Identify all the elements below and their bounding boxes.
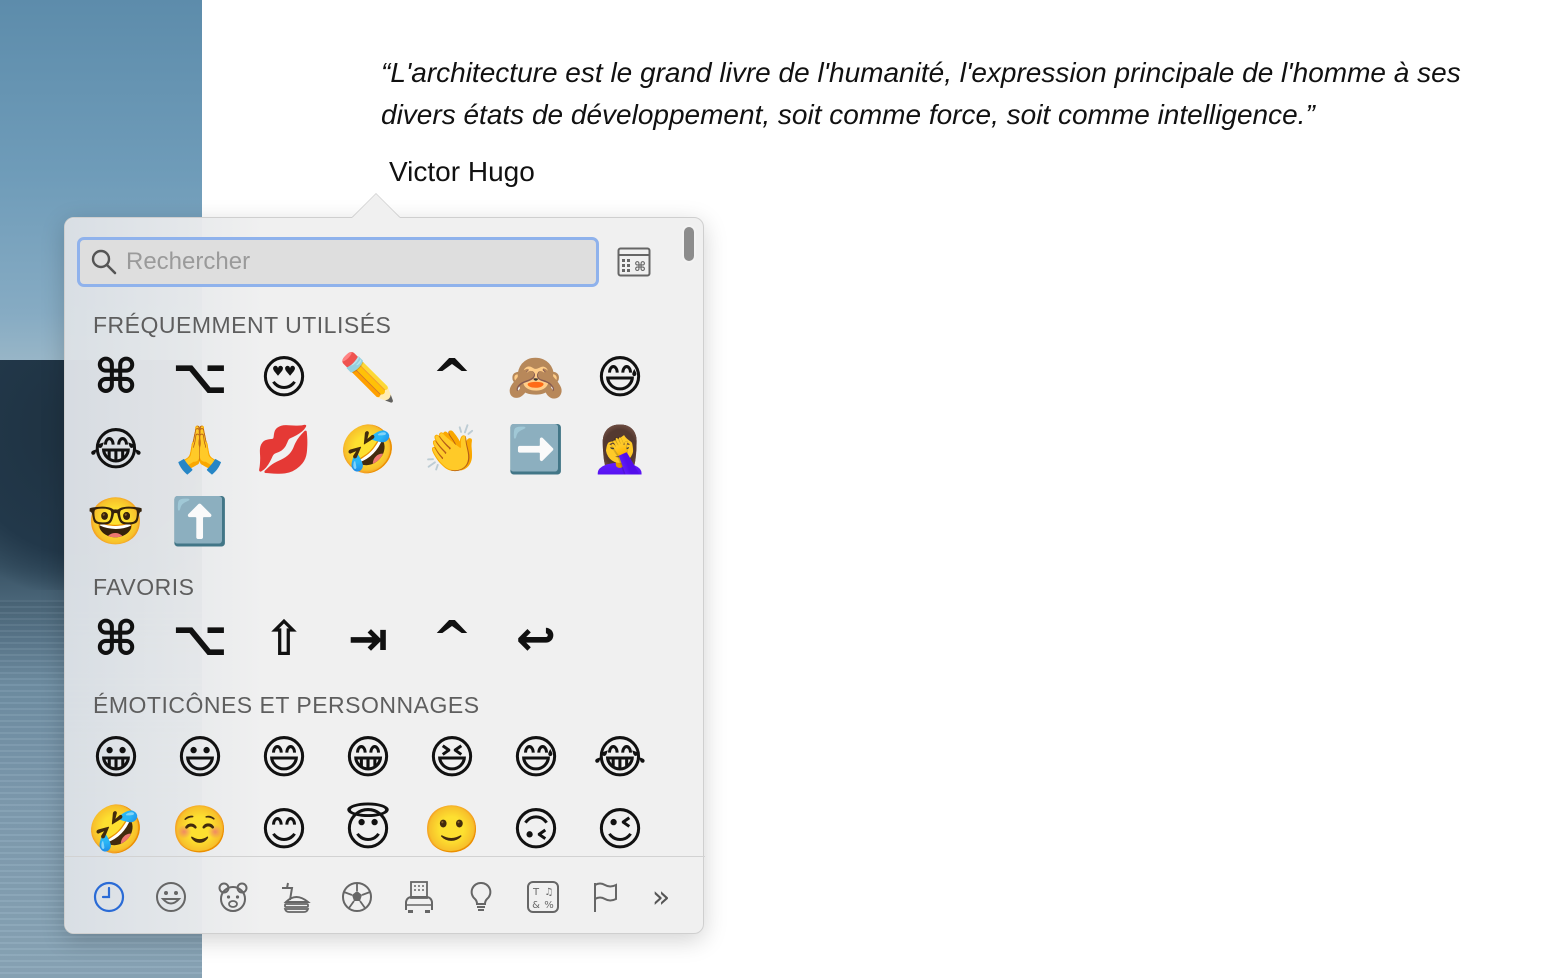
tab-travel[interactable] — [399, 877, 439, 917]
emoji-cell[interactable]: 👏 — [417, 414, 487, 484]
tab-bar-divider — [65, 856, 705, 857]
flag-icon — [594, 882, 617, 912]
emoji-cell[interactable]: 🙈 — [501, 342, 571, 412]
emoji-picker-popover: ⌘ FRÉQUEMMENT UTILISÉS ⌘⌥😍✏️^🙈😅😂🙏💋🤣👏➡️🤦‍… — [64, 217, 705, 934]
keyboard-window-icon: ⌘ — [617, 247, 651, 277]
emoji-cell[interactable]: ⌘ — [81, 604, 151, 674]
tab-recent[interactable] — [89, 877, 129, 917]
emoji-cell[interactable]: 😁 — [333, 722, 403, 792]
symbols-icon: T ♫ & % — [527, 881, 559, 913]
emoji-cell[interactable]: 🙂 — [417, 794, 487, 864]
emoji-cell[interactable]: ⬆️ — [165, 486, 235, 556]
section-title-emoticons: ÉMOTICÔNES ET PERSONNAGES — [93, 692, 480, 718]
author-text[interactable]: Victor Hugo — [389, 156, 535, 188]
emoji-cell[interactable]: 😃 — [165, 722, 235, 792]
smiley-icon — [156, 882, 186, 912]
emoji-cell[interactable]: 😉 — [585, 794, 655, 864]
search-input[interactable] — [126, 248, 566, 276]
emoji-cell[interactable]: 🙃 — [501, 794, 571, 864]
svg-text:T: T — [532, 887, 540, 898]
emoji-cell[interactable]: ↩ — [501, 604, 571, 674]
emoji-cell[interactable]: 😄 — [249, 722, 319, 792]
ball-icon — [342, 882, 372, 912]
emoji-cell[interactable]: ^ — [417, 604, 487, 674]
tab-objects[interactable] — [461, 877, 501, 917]
tab-symbols[interactable]: T ♫ & % — [523, 877, 563, 917]
food-icon — [282, 882, 311, 913]
more-tabs-button[interactable]: » — [643, 877, 679, 917]
tab-flags[interactable] — [585, 877, 625, 917]
emoji-cell[interactable]: ⌥ — [165, 342, 235, 412]
emoji-cell[interactable]: 😂 — [81, 414, 151, 484]
emoji-cell[interactable]: 😊 — [249, 794, 319, 864]
emoji-cell[interactable]: 😂 — [585, 722, 655, 792]
svg-text:⌘: ⌘ — [634, 260, 646, 275]
emoji-cell[interactable]: 😅 — [501, 722, 571, 792]
svg-text:&: & — [532, 900, 540, 911]
emoji-cell[interactable]: 🤦‍♀️ — [585, 414, 655, 484]
emoji-cell[interactable]: ➡️ — [501, 414, 571, 484]
emoji-cell[interactable]: 💋 — [249, 414, 319, 484]
emoji-cell[interactable]: ⇧ — [249, 604, 319, 674]
section-title-frequent: FRÉQUEMMENT UTILISÉS — [93, 312, 392, 338]
search-icon — [91, 249, 117, 275]
character-viewer-button[interactable]: ⌘ — [617, 246, 651, 278]
popover-arrow — [352, 194, 400, 218]
emoji-cell[interactable]: ^ — [417, 342, 487, 412]
search-field[interactable] — [77, 237, 599, 287]
emoji-cell[interactable]: ☺️ — [165, 794, 235, 864]
emoji-cell[interactable]: 🙏 — [165, 414, 235, 484]
animal-icon — [218, 882, 248, 912]
emoji-cell[interactable]: 😀 — [81, 722, 151, 792]
tab-food[interactable] — [275, 877, 315, 917]
category-tab-bar: T ♫ & % » — [65, 863, 705, 927]
tab-smileys[interactable] — [151, 877, 191, 917]
scrollbar-thumb[interactable] — [682, 225, 696, 263]
svg-text:♫: ♫ — [545, 887, 554, 898]
emoji-cell[interactable]: 🤣 — [81, 794, 151, 864]
building-icon — [405, 881, 433, 913]
emoji-cell[interactable]: ⌘ — [81, 342, 151, 412]
section-title-favorites: FAVORIS — [93, 574, 195, 600]
tab-activities[interactable] — [337, 877, 377, 917]
svg-text:%: % — [544, 900, 554, 911]
emoji-cell[interactable]: ⌥ — [165, 604, 235, 674]
lightbulb-icon — [470, 881, 492, 911]
emoji-cell[interactable]: 🤓 — [81, 486, 151, 556]
emoji-cell[interactable]: 😍 — [249, 342, 319, 412]
quote-text[interactable]: “L'architecture est le grand livre de l'… — [381, 52, 1531, 136]
emoji-cell[interactable]: ⇥ — [333, 604, 403, 674]
emoji-cell[interactable]: 😆 — [417, 722, 487, 792]
emoji-cell[interactable]: ✏️ — [333, 342, 403, 412]
emoji-cell[interactable]: 😇 — [333, 794, 403, 864]
emoji-cell[interactable]: 🤣 — [333, 414, 403, 484]
tab-animals[interactable] — [213, 877, 253, 917]
recent-icon — [93, 881, 125, 913]
emoji-cell[interactable]: 😅 — [585, 342, 655, 412]
